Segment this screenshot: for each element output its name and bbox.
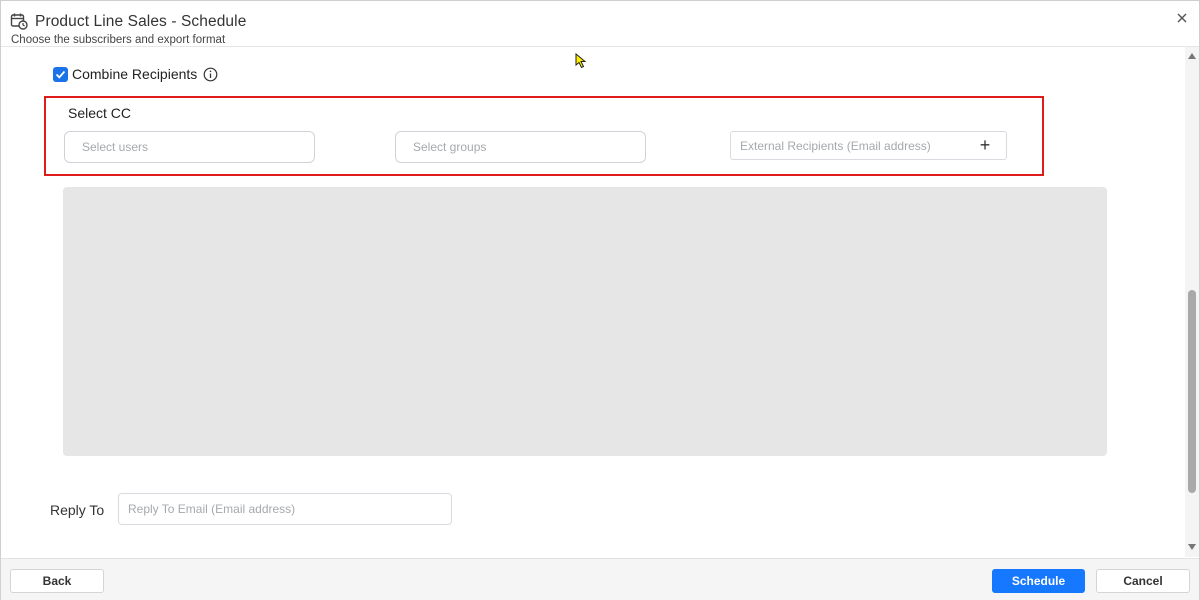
combine-recipients-row: Combine Recipients	[53, 66, 218, 82]
schedule-dialog: Product Line Sales - Schedule Choose the…	[0, 0, 1200, 600]
scrollbar-thumb[interactable]	[1188, 290, 1196, 493]
checkmark-icon	[55, 70, 66, 79]
add-external-recipient-button[interactable]: +	[976, 136, 994, 154]
close-icon[interactable]	[1173, 9, 1191, 27]
dialog-content: Combine Recipients Select CC Select user…	[1, 47, 1185, 557]
select-groups-dropdown[interactable]: Select groups	[395, 131, 646, 163]
back-button[interactable]: Back	[10, 569, 104, 593]
combine-recipients-label: Combine Recipients	[72, 66, 198, 82]
scroll-down-arrow-icon[interactable]	[1188, 544, 1196, 550]
info-icon[interactable]	[203, 67, 218, 82]
combine-recipients-checkbox[interactable]	[53, 66, 68, 82]
select-cc-section: Select CC Select users Select groups +	[44, 96, 1044, 176]
cancel-button[interactable]: Cancel	[1096, 569, 1190, 593]
schedule-button[interactable]: Schedule	[992, 569, 1085, 593]
reply-to-label: Reply To	[50, 502, 105, 518]
select-cc-title: Select CC	[68, 105, 132, 121]
scroll-up-arrow-icon[interactable]	[1188, 53, 1196, 59]
select-users-dropdown[interactable]: Select users	[64, 131, 315, 163]
reply-to-field	[118, 493, 452, 525]
select-users-placeholder: Select users	[82, 140, 149, 154]
select-groups-placeholder: Select groups	[413, 140, 487, 154]
external-recipients-input[interactable]	[731, 132, 971, 159]
calendar-clock-icon	[10, 13, 28, 30]
dialog-title: Product Line Sales - Schedule	[35, 13, 247, 30]
dialog-footer: Back Schedule Cancel	[1, 558, 1199, 600]
recipients-list-panel	[63, 187, 1107, 456]
dialog-header: Product Line Sales - Schedule Choose the…	[1, 1, 1199, 47]
mouse-cursor-icon	[575, 53, 587, 69]
dialog-subtitle: Choose the subscribers and export format	[11, 34, 226, 46]
external-recipients-field: +	[730, 131, 1007, 160]
vertical-scrollbar[interactable]	[1185, 47, 1199, 557]
reply-to-input[interactable]	[119, 494, 451, 524]
